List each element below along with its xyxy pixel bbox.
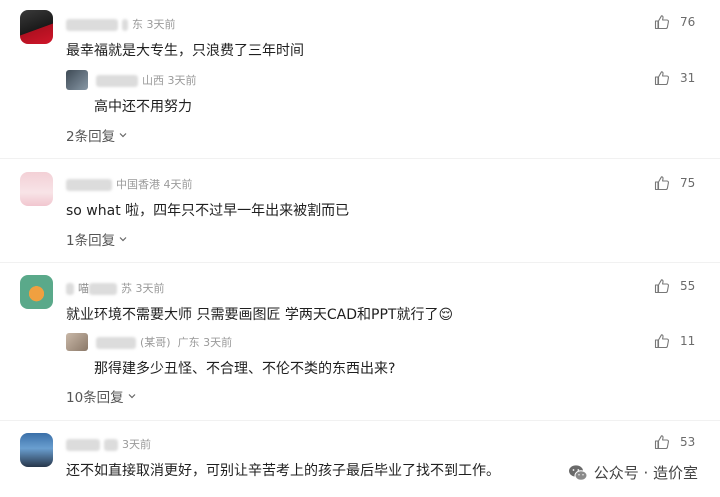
thumbs-up-icon [654, 15, 669, 30]
like-button[interactable]: 76 [654, 14, 695, 30]
comment-text: so what 啦，四年只不过早一年出来被割而已 [66, 203, 350, 219]
like-button[interactable]: 55 [654, 278, 695, 294]
comment-text: 就业环境不需要大师 只需要画图匠 学两天CAD和PPT就行了😌 [66, 307, 454, 323]
like-count: 76 [680, 15, 696, 29]
avatar[interactable] [20, 433, 53, 467]
reply-meta: 山西 3天前 [96, 72, 197, 88]
like-count: 31 [680, 71, 696, 85]
view-replies-link[interactable]: 10条回复 [66, 386, 137, 406]
view-replies-link[interactable]: 1条回复 [66, 229, 128, 249]
reply-meta: (某哥) 广东 3天前 [96, 334, 232, 350]
comment-meta: 中国香港 4天前 [66, 176, 193, 192]
divider [0, 262, 720, 263]
like-count: 11 [680, 334, 696, 348]
like-button[interactable]: 11 [654, 333, 695, 349]
comment-text: 还不如直接取消更好，可别让辛苦考上的孩子最后毕业了找不到工作。 [66, 463, 500, 479]
comment-meta: 喵苏 3天前 [66, 280, 165, 296]
avatar[interactable] [20, 172, 53, 206]
avatar[interactable] [20, 275, 53, 309]
divider [0, 158, 720, 159]
thumbs-up-icon [654, 435, 669, 450]
comment-meta: 东 3天前 [66, 16, 176, 32]
thumbs-up-icon [654, 71, 669, 86]
like-count: 55 [680, 279, 696, 293]
avatar[interactable] [66, 70, 88, 90]
view-replies-link[interactable]: 2条回复 [66, 125, 128, 145]
chevron-down-icon [119, 133, 127, 138]
like-count: 75 [680, 176, 696, 190]
divider [0, 420, 720, 421]
avatar[interactable] [20, 10, 53, 44]
avatar[interactable] [66, 333, 88, 351]
watermark: 公众号 · 造价室 [568, 462, 698, 483]
wechat-icon [568, 464, 588, 481]
comment-meta: 3天前 [66, 436, 151, 452]
thumbs-up-icon [654, 334, 669, 349]
chevron-down-icon [119, 237, 127, 242]
thumbs-up-icon [654, 176, 669, 191]
reply-text: 高中还不用努力 [94, 99, 192, 115]
chevron-down-icon [128, 394, 136, 399]
like-button[interactable]: 31 [654, 70, 695, 86]
like-count: 53 [680, 435, 696, 449]
like-button[interactable]: 75 [654, 175, 695, 191]
reply-text: 那得建多少丑怪、不合理、不伦不类的东西出来? [94, 361, 396, 377]
thumbs-up-icon [654, 279, 669, 294]
like-button[interactable]: 53 [654, 434, 695, 450]
comment-text: 最幸福就是大专生，只浪费了三年时间 [66, 43, 304, 59]
